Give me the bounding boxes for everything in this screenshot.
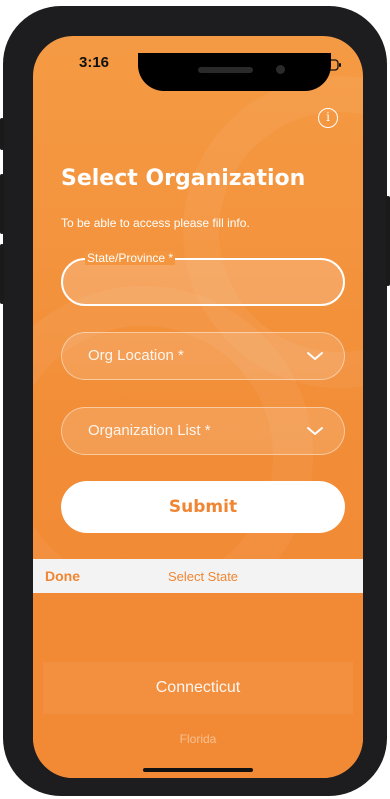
org-location-label: Org Location *	[88, 347, 184, 364]
picker-option-florida[interactable]: Florida	[33, 732, 363, 746]
volume-down-button	[0, 244, 4, 304]
chevron-down-icon	[307, 352, 323, 360]
status-time: 3:16	[79, 54, 110, 71]
phone-frame: 3:16 i Select Organization To be able to…	[0, 6, 390, 796]
info-icon[interactable]: i	[318, 108, 338, 128]
mute-switch	[0, 118, 4, 150]
app-screen: 3:16 i Select Organization To be able to…	[33, 36, 363, 778]
state-picker-wheel[interactable]: Connecticut Florida	[33, 593, 363, 778]
page-title: Select Organization	[61, 166, 306, 191]
state-province-field[interactable]: State/Province *	[61, 251, 345, 306]
chevron-down-icon	[307, 427, 323, 435]
picker-toolbar: Done Select State	[33, 559, 363, 593]
state-province-label: State/Province *	[85, 251, 176, 265]
volume-up-button	[0, 174, 4, 234]
organization-list-label: Organization List *	[88, 422, 211, 439]
picker-title: Select State	[167, 569, 239, 584]
notch	[138, 53, 331, 91]
org-location-select[interactable]: Org Location *	[61, 332, 345, 380]
home-indicator	[143, 768, 253, 772]
picker-option-connecticut[interactable]: Connecticut	[33, 679, 363, 697]
power-button	[386, 196, 390, 286]
organization-list-select[interactable]: Organization List *	[61, 407, 345, 455]
camera	[276, 65, 285, 74]
submit-button[interactable]: Submit	[61, 481, 345, 533]
speaker	[198, 67, 253, 73]
state-province-input[interactable]	[83, 270, 327, 298]
page-subtitle: To be able to access please fill info.	[61, 216, 250, 230]
